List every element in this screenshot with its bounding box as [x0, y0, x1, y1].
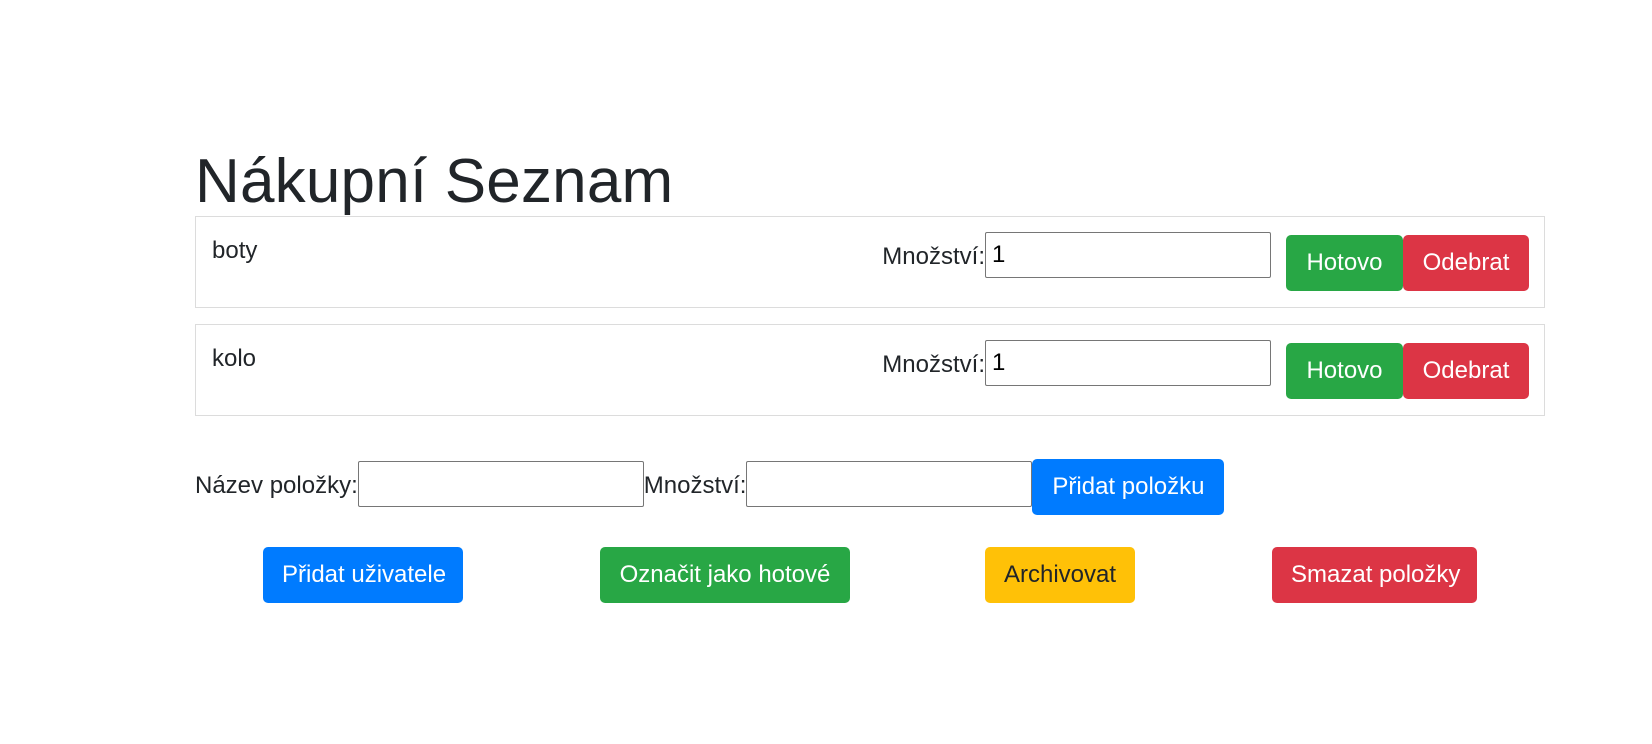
- quantity-label: Množství:: [882, 243, 985, 270]
- list-item: kolo Množství: Hotovo Odebrat: [195, 324, 1545, 416]
- item-name: kolo: [212, 345, 257, 372]
- remove-button[interactable]: Odebrat: [1403, 235, 1529, 291]
- delete-items-button[interactable]: Smazat položky: [1272, 547, 1477, 603]
- quantity-input[interactable]: [985, 232, 1271, 278]
- item-name-label: Název položky:: [195, 472, 358, 499]
- add-item-form: Název položky: Množství: Přidat položku: [195, 459, 1225, 515]
- item-quantity-input[interactable]: [746, 461, 1033, 507]
- remove-button[interactable]: Odebrat: [1403, 343, 1529, 399]
- done-button[interactable]: Hotovo: [1286, 343, 1403, 399]
- list-item: boty Množství: Hotovo Odebrat: [195, 216, 1545, 308]
- main-container: Nákupní Seznam boty Množství: Hotovo Ode…: [195, 130, 1545, 432]
- quantity-label: Množství:: [882, 351, 985, 378]
- item-controls: Množství: Hotovo Odebrat: [882, 340, 1529, 399]
- item-name: boty: [212, 237, 258, 264]
- add-user-button[interactable]: Přidat uživatele: [263, 547, 463, 603]
- archive-button[interactable]: Archivovat: [985, 547, 1135, 603]
- mark-done-button[interactable]: Označit jako hotové: [600, 547, 850, 603]
- quantity-input[interactable]: [985, 340, 1271, 386]
- action-bar: Přidat uživatele Označit jako hotové Arc…: [0, 547, 1652, 603]
- item-name-input[interactable]: [357, 461, 644, 507]
- shopping-list: boty Množství: Hotovo Odebrat kolo Množs…: [195, 216, 1545, 416]
- item-quantity-label: Množství:: [643, 472, 747, 499]
- done-button[interactable]: Hotovo: [1286, 235, 1403, 291]
- item-controls: Množství: Hotovo Odebrat: [882, 232, 1529, 291]
- page-title: Nákupní Seznam: [195, 146, 674, 216]
- add-item-button[interactable]: Přidat položku: [1032, 459, 1225, 515]
